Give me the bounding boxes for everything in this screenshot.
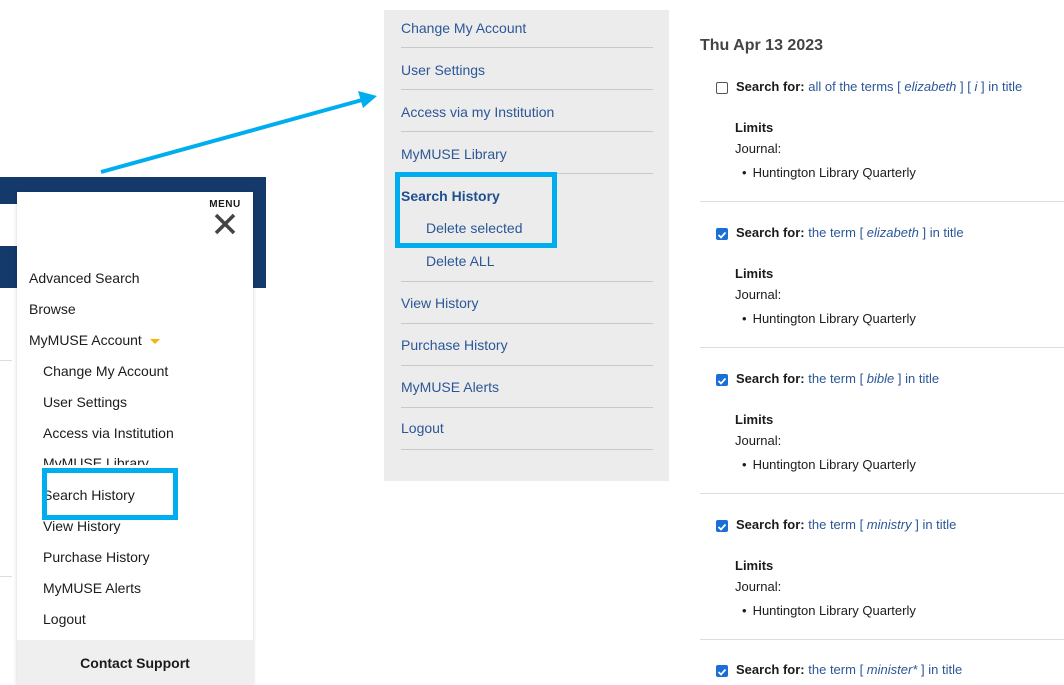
menu-item-label: Change My Account [43, 363, 169, 379]
menu-item-label: Purchase History [43, 549, 150, 565]
journal-limit-item: Huntington Library Quarterly [742, 311, 916, 326]
search-suffix: in title [905, 371, 940, 386]
menu-item-mymuse-account[interactable]: MyMUSE Account [29, 332, 160, 348]
limits-heading: Limits [735, 266, 774, 281]
entry-divider [700, 493, 1064, 494]
highlight-box-search-history-menu [42, 468, 178, 520]
menu-item-label: Access via Institution [43, 425, 174, 441]
search-term: elizabeth [866, 225, 919, 240]
menu-item-mymuse-alerts[interactable]: MyMUSE Alerts [43, 580, 141, 596]
menu-item-browse[interactable]: Browse [29, 301, 76, 317]
entry-divider [700, 347, 1064, 348]
search-suffix: in title [929, 225, 964, 240]
history-search-query[interactable]: Search for: the term [ minister* ] in ti… [736, 662, 962, 677]
journal-label: Journal: [735, 287, 782, 302]
limits-heading: Limits [735, 412, 774, 427]
limits-heading: Limits [735, 120, 774, 135]
menu-item-label: Browse [29, 301, 76, 317]
contact-support-label: Contact Support [80, 654, 190, 671]
menu-item-label: View History [43, 518, 121, 534]
history-date-heading: Thu Apr 13 2023 [700, 37, 824, 54]
entry-divider [700, 639, 1064, 640]
menu-item-purchase-history[interactable]: Purchase History [43, 549, 150, 565]
history-checkbox[interactable] [716, 228, 728, 240]
contact-support-button[interactable]: Contact Support [17, 640, 253, 685]
sidebar-divider [401, 365, 653, 366]
menu-item-label: MyMUSE Library [43, 455, 149, 465]
sidebar-item-logout[interactable]: Logout [401, 420, 444, 436]
close-icon [214, 213, 236, 235]
menu-close-button[interactable]: MENU [207, 199, 243, 241]
menu-item-label: Logout [43, 611, 86, 627]
journal-label: Journal: [735, 579, 782, 594]
menu-item-mymuse-library[interactable]: MyMUSE Library [43, 455, 149, 465]
history-checkbox[interactable] [716, 374, 728, 386]
journal-limit-item: Huntington Library Quarterly [742, 603, 916, 618]
search-for-label: Search for: [736, 662, 805, 677]
menu-item-label: MyMUSE Alerts [43, 580, 142, 596]
sidebar-divider [401, 323, 653, 324]
divider [0, 360, 12, 361]
history-search-query[interactable]: Search for: the term [ ministry ] in tit… [736, 517, 956, 532]
highlight-box-delete-selected [395, 172, 557, 248]
search-term: bible [866, 371, 895, 386]
entry-divider [700, 201, 1064, 202]
menu-item-access-via-institution[interactable]: Access via Institution [43, 425, 174, 441]
journal-label: Journal: [735, 141, 782, 156]
search-suffix: in title [928, 662, 963, 677]
sidebar-divider [401, 131, 653, 132]
search-prefix: the term [808, 517, 856, 532]
menu-item-logout[interactable]: Logout [43, 611, 86, 627]
menu-item-change-my-account[interactable]: Change My Account [43, 363, 168, 379]
journal-limit-item: Huntington Library Quarterly [742, 457, 916, 472]
menu-label: MENU [209, 199, 241, 210]
history-search-query[interactable]: Search for: the term [ bible ] in title [736, 371, 939, 386]
search-term: i [974, 79, 978, 94]
journal-limit-item: Huntington Library Quarterly [742, 165, 916, 180]
search-term: elizabeth [904, 79, 957, 94]
sidebar-divider [401, 89, 653, 90]
sidebar-item-change-my-account[interactable]: Change My Account [401, 20, 526, 36]
sidebar-item-mymuse-library[interactable]: MyMUSE Library [401, 146, 507, 162]
history-search-query[interactable]: Search for: the term [ elizabeth ] in ti… [736, 225, 964, 240]
menu-item-view-history[interactable]: View History [43, 518, 121, 534]
search-term: ministry [866, 517, 912, 532]
search-for-label: Search for: [736, 517, 805, 532]
limits-heading: Limits [735, 558, 774, 573]
sidebar-item-view-history[interactable]: View History [401, 295, 479, 311]
history-search-query[interactable]: Search for: all of the terms [ elizabeth… [736, 79, 1022, 94]
menu-item-advanced-search[interactable]: Advanced Search [29, 270, 140, 286]
journal-label: Journal: [735, 433, 782, 448]
sidebar-item-mymuse-alerts[interactable]: MyMUSE Alerts [401, 379, 499, 395]
menu-item-label: MyMUSE Account [29, 332, 142, 348]
history-checkbox[interactable] [716, 82, 728, 94]
search-term: minister* [866, 662, 918, 677]
search-suffix: in title [922, 517, 957, 532]
search-prefix: all of the terms [808, 79, 894, 94]
divider [0, 576, 12, 577]
sidebar-item-purchase-history[interactable]: Purchase History [401, 337, 508, 353]
sidebar-divider [401, 449, 653, 450]
search-for-label: Search for: [736, 225, 805, 240]
search-prefix: the term [808, 225, 856, 240]
sidebar-item-delete-all[interactable]: Delete ALL [426, 253, 495, 269]
menu-item-label: Advanced Search [29, 270, 140, 286]
search-prefix: the term [808, 662, 856, 677]
sidebar-divider [401, 47, 653, 48]
search-for-label: Search for: [736, 79, 805, 94]
sidebar-divider [401, 407, 653, 408]
search-prefix: the term [808, 371, 856, 386]
search-suffix: in title [988, 79, 1023, 94]
menu-item-label: User Settings [43, 394, 128, 410]
history-checkbox[interactable] [716, 665, 728, 677]
sidebar-item-user-settings[interactable]: User Settings [401, 62, 485, 78]
caret-down-icon [149, 338, 160, 344]
sidebar-item-access-via-my-institution[interactable]: Access via my Institution [401, 104, 554, 120]
history-checkbox[interactable] [716, 520, 728, 532]
menu-item-user-settings[interactable]: User Settings [43, 394, 127, 410]
search-for-label: Search for: [736, 371, 805, 386]
sidebar-divider [401, 281, 653, 282]
